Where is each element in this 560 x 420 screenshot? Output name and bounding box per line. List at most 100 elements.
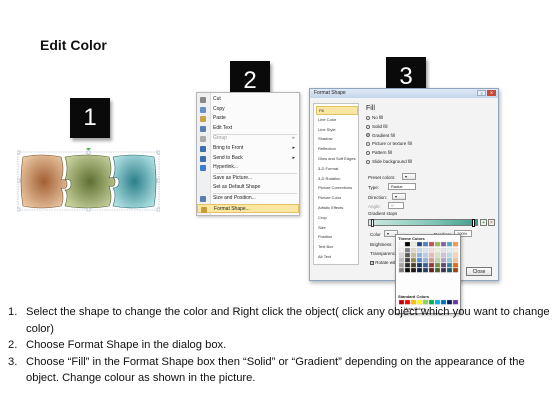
category-glow-and-soft-edges[interactable]: Glow and Soft Edges [316, 155, 358, 164]
shade-color-swatch[interactable] [404, 252, 411, 258]
category-picture-color[interactable]: Picture Color [316, 194, 358, 203]
menu-item-save-as-picture[interactable]: Save as Picture... [197, 174, 299, 184]
category-size[interactable]: Size [316, 224, 358, 233]
shade-color-swatch[interactable] [440, 262, 447, 268]
shade-color-swatch[interactable] [404, 247, 411, 253]
theme-color-swatch[interactable] [440, 241, 447, 247]
theme-color-swatch[interactable] [446, 241, 453, 247]
menu-item-format-shape[interactable]: Format Shape... [197, 203, 299, 214]
shade-color-swatch[interactable] [446, 262, 453, 268]
shade-color-swatch[interactable] [452, 247, 459, 253]
menu-item-bring-to-front[interactable]: Bring to Front ▸ [197, 144, 299, 154]
gradient-stop-2[interactable] [472, 219, 475, 227]
category-position[interactable]: Position [316, 233, 358, 242]
menu-item-edit-text[interactable]: Edit Text [197, 124, 299, 134]
shade-color-swatch[interactable] [452, 262, 459, 268]
shade-color-swatch[interactable] [428, 247, 435, 253]
category-3-d-rotation[interactable]: 3-D Rotation [316, 175, 358, 184]
category-line-style[interactable]: Line Style [316, 126, 358, 135]
shade-color-swatch[interactable] [452, 267, 459, 273]
shade-color-swatch[interactable] [410, 257, 417, 263]
shade-color-swatch[interactable] [404, 262, 411, 268]
shade-color-swatch[interactable] [440, 267, 447, 273]
shade-color-swatch[interactable] [428, 262, 435, 268]
menu-item-send-to-back[interactable]: Send to Back ▸ [197, 154, 299, 164]
shade-color-swatch[interactable] [416, 262, 423, 268]
gradient-stop-1[interactable] [371, 219, 374, 227]
shade-color-swatch[interactable] [434, 252, 441, 258]
category-reflection[interactable]: Reflection [316, 145, 358, 154]
shade-color-swatch[interactable] [446, 247, 453, 253]
category-alt-text[interactable]: Alt Text [316, 253, 358, 262]
remove-stop-button[interactable]: × [488, 219, 495, 226]
fill-option-pattern-fill[interactable]: Pattern fill [366, 150, 392, 155]
shade-color-swatch[interactable] [440, 247, 447, 253]
color-swatch-grid[interactable] [396, 235, 462, 315]
shade-color-swatch[interactable] [440, 252, 447, 258]
shade-color-swatch[interactable] [452, 252, 459, 258]
shade-color-swatch[interactable] [416, 252, 423, 258]
fill-option-slide-background-fill[interactable]: Slide background fill [366, 159, 412, 164]
category-text-box[interactable]: Text Box [316, 243, 358, 252]
theme-color-swatch[interactable] [434, 241, 441, 247]
shade-color-swatch[interactable] [416, 267, 423, 273]
shade-color-swatch[interactable] [398, 247, 405, 253]
shade-color-swatch[interactable] [446, 257, 453, 263]
close-button[interactable]: Close [466, 267, 492, 276]
category-crop[interactable]: Crop [316, 214, 358, 223]
menu-item-copy[interactable]: Copy [197, 105, 299, 115]
category-line-color[interactable]: Line Color [316, 116, 358, 125]
menu-item-hyperlink[interactable]: Hyperlink... [197, 163, 299, 173]
category-picture-corrections[interactable]: Picture Corrections [316, 184, 358, 193]
shade-color-swatch[interactable] [398, 252, 405, 258]
direction-dropdown[interactable]: ▾ [392, 193, 406, 200]
shade-color-swatch[interactable] [404, 267, 411, 273]
shade-color-swatch[interactable] [446, 267, 453, 273]
shade-color-swatch[interactable] [404, 257, 411, 263]
shade-color-swatch[interactable] [410, 252, 417, 258]
shade-color-swatch[interactable] [422, 247, 429, 253]
category-artistic-effects[interactable]: Artistic Effects [316, 204, 358, 213]
menu-item-size-and-position[interactable]: Size and Position... [197, 194, 299, 204]
shade-color-swatch[interactable] [410, 262, 417, 268]
shade-color-swatch[interactable] [410, 247, 417, 253]
shade-color-swatch[interactable] [416, 247, 423, 253]
shade-color-swatch[interactable] [398, 257, 405, 263]
fill-option-gradient-fill[interactable]: Gradient fill [366, 133, 395, 138]
gradient-stops-bar[interactable] [368, 219, 478, 227]
theme-color-swatch[interactable] [428, 241, 435, 247]
help-button[interactable]: ? [477, 90, 486, 96]
shade-color-swatch[interactable] [452, 257, 459, 263]
shade-color-swatch[interactable] [428, 252, 435, 258]
angle-input[interactable]: 0° [388, 202, 404, 209]
theme-color-swatch[interactable] [416, 241, 423, 247]
shade-color-swatch[interactable] [428, 267, 435, 273]
add-stop-button[interactable]: + [480, 219, 487, 226]
shade-color-swatch[interactable] [398, 262, 405, 268]
category-fill[interactable]: Fill [316, 106, 358, 115]
shade-color-swatch[interactable] [410, 267, 417, 273]
shade-color-swatch[interactable] [434, 262, 441, 268]
shade-color-swatch[interactable] [434, 247, 441, 253]
theme-color-swatch[interactable] [410, 241, 417, 247]
category-3-d-format[interactable]: 3-D Format [316, 165, 358, 174]
shade-color-swatch[interactable] [398, 267, 405, 273]
shade-color-swatch[interactable] [440, 257, 447, 263]
shade-color-swatch[interactable] [446, 252, 453, 258]
fill-option-no-fill[interactable]: No fill [366, 115, 383, 120]
shade-color-swatch[interactable] [416, 257, 423, 263]
shade-color-swatch[interactable] [422, 262, 429, 268]
menu-item-cut[interactable]: Cut [197, 95, 299, 105]
shade-color-swatch[interactable] [428, 257, 435, 263]
shade-color-swatch[interactable] [422, 252, 429, 258]
theme-color-swatch[interactable] [404, 241, 411, 247]
theme-color-swatch[interactable] [452, 241, 459, 247]
theme-color-swatch[interactable] [398, 241, 405, 247]
category-shadow[interactable]: Shadow [316, 135, 358, 144]
shade-color-swatch[interactable] [422, 257, 429, 263]
shade-color-swatch[interactable] [434, 267, 441, 273]
menu-item-set-as-default-shape[interactable]: Set as Default Shape [197, 183, 299, 193]
theme-color-swatch[interactable] [422, 241, 429, 247]
puzzle-shape-group[interactable] [17, 148, 160, 212]
type-select[interactable]: Radial [388, 183, 416, 190]
